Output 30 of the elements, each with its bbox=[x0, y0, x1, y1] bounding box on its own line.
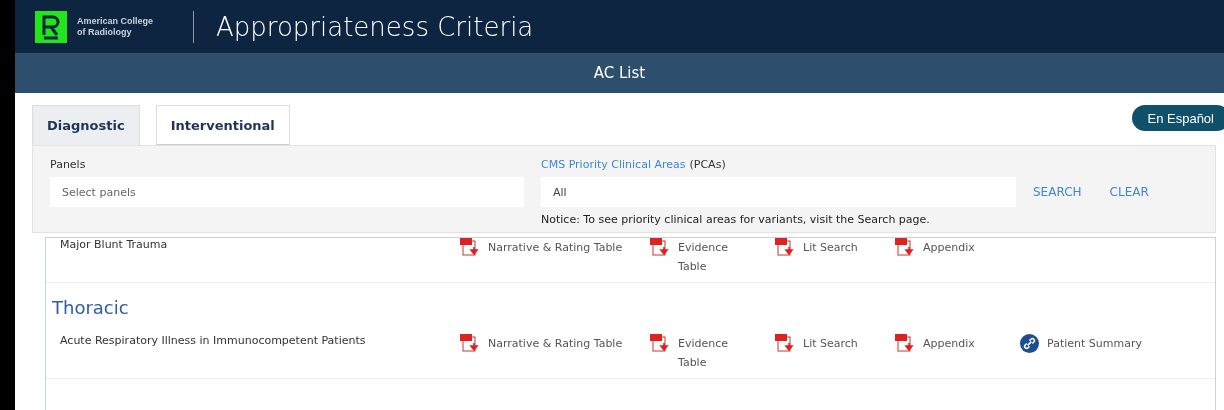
panels-field[interactable]: Select panels bbox=[50, 177, 524, 207]
topic-name: Major Blunt Trauma bbox=[60, 238, 169, 251]
organization-name: American College bbox=[77, 15, 155, 27]
page-title-bar: AC List bbox=[15, 53, 1224, 93]
document-link[interactable]: Appendix bbox=[895, 334, 1020, 353]
tab[interactable]: Diagnostic bbox=[32, 105, 140, 145]
language-button[interactable]: En Español bbox=[1131, 105, 1224, 131]
document-link[interactable]: Evidence Table bbox=[650, 238, 775, 276]
pca-field[interactable]: All bbox=[541, 177, 1016, 207]
topic-name: Acute Respiratory Illness in Immunocompetent Patients bbox=[60, 334, 367, 347]
app-title: Appropriateness Criteria bbox=[216, 11, 534, 42]
field-label: Panels bbox=[50, 158, 87, 171]
pdf-icon bbox=[895, 334, 915, 352]
tab[interactable]: Interventional bbox=[155, 105, 290, 145]
organization-name: of Radiology bbox=[77, 26, 133, 38]
link-icon bbox=[1020, 334, 1039, 353]
logo-icon bbox=[35, 10, 67, 43]
document-link[interactable]: Narrative & Rating Table bbox=[460, 334, 650, 353]
document-link[interactable]: Lit Search bbox=[775, 238, 895, 257]
pdf-icon bbox=[650, 334, 670, 352]
pdf-icon bbox=[775, 334, 795, 352]
section-heading: Thoracic bbox=[51, 296, 130, 320]
document-link[interactable]: Narrative & Rating Table bbox=[460, 238, 650, 257]
document-link[interactable]: Evidence Table bbox=[650, 334, 775, 372]
field-label: (PCAs) bbox=[689, 158, 726, 171]
document-link[interactable]: Lit Search bbox=[775, 334, 895, 353]
pdf-icon bbox=[460, 334, 480, 352]
notice-text: Notice: To see priority clinical areas for variants, visit the Search page. bbox=[541, 213, 931, 226]
document-link[interactable]: Appendix bbox=[895, 238, 1020, 257]
patient-summary-link[interactable]: Patient Summary bbox=[1020, 334, 1201, 353]
